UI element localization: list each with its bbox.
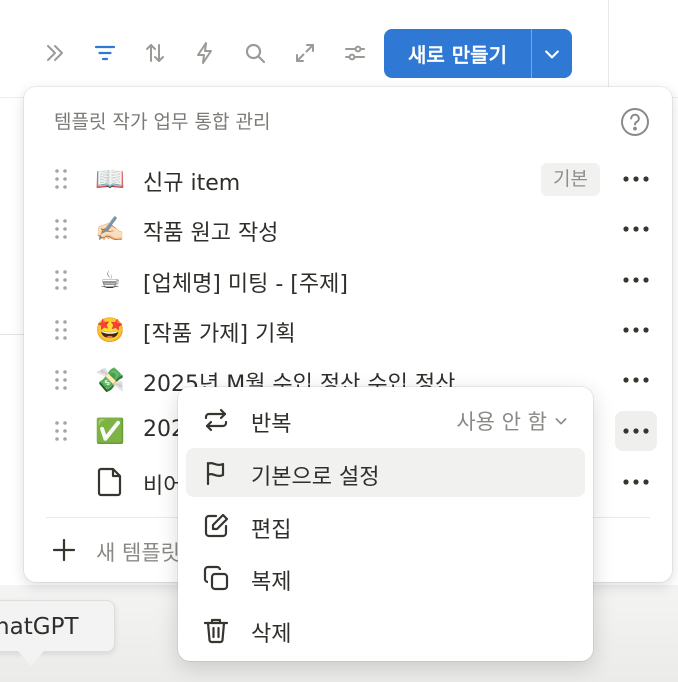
more-options-icon[interactable] — [615, 209, 657, 249]
default-badge: 기본 — [541, 163, 600, 196]
more-options-icon[interactable] — [615, 159, 657, 199]
template-row[interactable]: ✍🏻 작품 원고 작성 — [24, 204, 672, 254]
menu-item-repeat[interactable]: 반복 사용 안 함 — [186, 395, 585, 444]
new-button[interactable]: 새로 만들기 — [384, 29, 532, 78]
template-emoji-icon: ☕ — [99, 266, 121, 294]
help-icon[interactable] — [620, 107, 650, 137]
menu-item-duplicate-label: 복제 — [251, 570, 292, 595]
template-emoji-icon: 🤩 — [95, 316, 125, 344]
template-emoji-icon: 📖 — [95, 165, 125, 193]
menu-item-edit[interactable]: 편집 — [186, 501, 585, 550]
drag-handle-icon[interactable] — [52, 268, 70, 292]
template-label: 신규 item — [143, 171, 241, 196]
settings-sliders-icon[interactable] — [330, 28, 380, 78]
trash-icon — [202, 616, 230, 644]
chevron-down-icon — [555, 418, 567, 425]
chevron-down-icon — [545, 49, 559, 58]
duplicate-icon — [202, 564, 230, 592]
more-options-icon[interactable] — [615, 310, 657, 350]
menu-item-edit-label: 편집 — [251, 518, 292, 543]
lightning-icon[interactable] — [180, 28, 230, 78]
new-button-dropdown[interactable] — [532, 29, 572, 78]
repeat-icon — [202, 406, 230, 434]
tooltip-tail — [18, 651, 44, 666]
drag-handle-icon[interactable] — [52, 217, 70, 241]
more-options-icon[interactable] — [615, 462, 657, 502]
menu-item-set-default[interactable]: 기본으로 설정 — [186, 448, 585, 497]
more-options-icon[interactable] — [615, 360, 657, 400]
drag-handle-icon[interactable] — [52, 167, 70, 191]
drag-handle-icon[interactable] — [52, 419, 70, 443]
expand-icon[interactable] — [280, 28, 330, 78]
template-context-menu: 반복 사용 안 함 기본으로 설정 편집 복제 삭제 — [178, 387, 593, 661]
menu-item-delete[interactable]: 삭제 — [186, 605, 585, 654]
drag-handle-icon[interactable] — [52, 368, 70, 392]
new-button-group: 새로 만들기 — [384, 29, 572, 78]
flag-icon — [202, 459, 230, 487]
repeat-value: 사용 안 함 — [456, 410, 547, 434]
menu-item-delete-label: 삭제 — [251, 622, 292, 647]
panel-title: 템플릿 작가 업무 통합 관리 — [54, 111, 271, 133]
add-template-label: 새 템플릿 — [96, 541, 180, 565]
template-label: [업체명] 미팅 - [주제] — [143, 272, 348, 297]
menu-item-set-default-label: 기본으로 설정 — [251, 465, 380, 490]
menu-item-repeat-label: 반복 — [251, 412, 292, 437]
double-chevron-right-icon[interactable] — [30, 28, 80, 78]
template-emoji-icon: ✅ — [95, 417, 125, 445]
menu-item-duplicate[interactable]: 복제 — [186, 553, 585, 602]
template-label: [작품 가제] 기획 — [143, 322, 296, 347]
tooltip: ChatGPT — [0, 600, 115, 652]
tooltip-text: ChatGPT — [0, 614, 79, 640]
database-toolbar — [30, 28, 380, 78]
page-icon — [94, 466, 126, 498]
sort-icon[interactable] — [130, 28, 180, 78]
template-label: 작품 원고 작성 — [143, 221, 279, 246]
template-row[interactable]: ☕ [업체명] 미팅 - [주제] — [24, 255, 672, 305]
template-row[interactable]: 🤩 [작품 가제] 기획 — [24, 305, 672, 355]
template-emoji-icon: 💸 — [95, 366, 125, 394]
filter-icon[interactable] — [80, 28, 130, 78]
more-options-icon[interactable] — [615, 260, 657, 300]
search-icon[interactable] — [230, 28, 280, 78]
drag-handle-icon[interactable] — [52, 318, 70, 342]
edit-icon — [202, 512, 230, 540]
plus-icon — [51, 537, 77, 563]
page-divider-vertical — [608, 0, 609, 98]
repeat-value-select[interactable]: 사용 안 함 — [456, 406, 569, 436]
more-options-icon[interactable] — [615, 411, 657, 451]
template-emoji-icon: ✍🏻 — [95, 215, 125, 243]
